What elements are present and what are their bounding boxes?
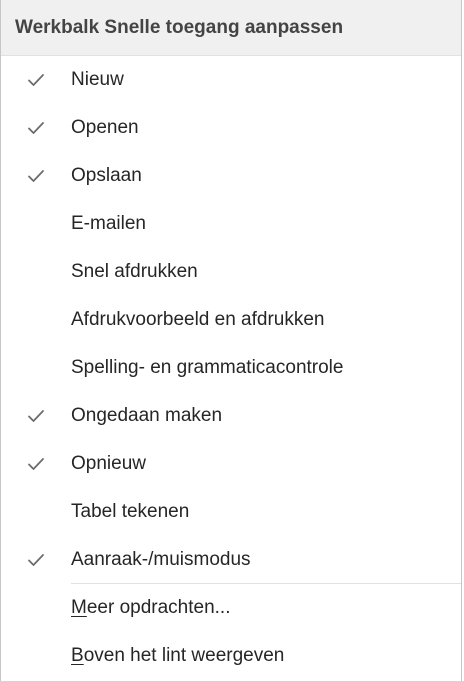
menu-header: Werkbalk Snelle toegang aanpassen — [1, 0, 461, 56]
menu-item-label: Aanraak-/muismodus — [71, 549, 251, 570]
menu-item-label: Opslaan — [71, 165, 142, 186]
menu-item-ongedaan-maken[interactable]: Ongedaan maken — [1, 392, 461, 440]
menu-item-label: E-mailen — [71, 213, 146, 234]
checkmark-icon — [1, 457, 71, 471]
menu-item-tabel-tekenen[interactable]: Tabel tekenen — [1, 488, 461, 536]
label-rest: oven het lint weergeven — [83, 645, 285, 666]
accelerator-key: B — [71, 645, 84, 666]
menu-item-nieuw[interactable]: Nieuw — [1, 56, 461, 104]
menu-item-label: Boven het lint weergeven — [71, 645, 284, 667]
menu-item-opslaan[interactable]: Opslaan — [1, 152, 461, 200]
menu-item-label: Tabel tekenen — [71, 501, 190, 522]
menu-item-label: Meer opdrachten... — [71, 597, 230, 619]
menu-item-e-mailen[interactable]: E-mailen — [1, 200, 461, 248]
menu-item-opnieuw[interactable]: Opnieuw — [1, 440, 461, 488]
menu-item-spelling[interactable]: Spelling- en grammaticacontrole — [1, 344, 461, 392]
checkmark-icon — [1, 409, 71, 423]
menu-item-snel-afdrukken[interactable]: Snel afdrukken — [1, 248, 461, 296]
menu-item-label: Afdrukvoorbeeld en afdrukken — [71, 309, 325, 330]
menu-item-openen[interactable]: Openen — [1, 104, 461, 152]
checkmark-icon — [1, 169, 71, 183]
label-rest: eer opdrachten... — [86, 597, 231, 618]
customize-quick-access-toolbar-menu: Werkbalk Snelle toegang aanpassen Nieuw … — [0, 0, 462, 681]
menu-items: Nieuw Openen Opslaan E-mailen Snel afdru… — [1, 56, 461, 680]
menu-item-boven-het-lint[interactable]: Boven het lint weergeven — [1, 632, 461, 680]
menu-item-afdrukvoorbeeld[interactable]: Afdrukvoorbeeld en afdrukken — [1, 296, 461, 344]
menu-item-label: Opnieuw — [71, 453, 146, 474]
menu-item-label: Openen — [71, 117, 139, 138]
menu-item-meer-opdrachten[interactable]: Meer opdrachten... — [1, 584, 461, 632]
menu-item-label: Snel afdrukken — [71, 261, 198, 282]
menu-item-label: Nieuw — [71, 69, 124, 90]
menu-item-label: Ongedaan maken — [71, 405, 223, 426]
checkmark-icon — [1, 553, 71, 567]
accelerator-key: M — [71, 597, 87, 618]
checkmark-icon — [1, 121, 71, 135]
menu-item-label: Spelling- en grammaticacontrole — [71, 357, 344, 378]
checkmark-icon — [1, 73, 71, 87]
menu-item-aanraak-muismodus[interactable]: Aanraak-/muismodus — [1, 536, 461, 584]
